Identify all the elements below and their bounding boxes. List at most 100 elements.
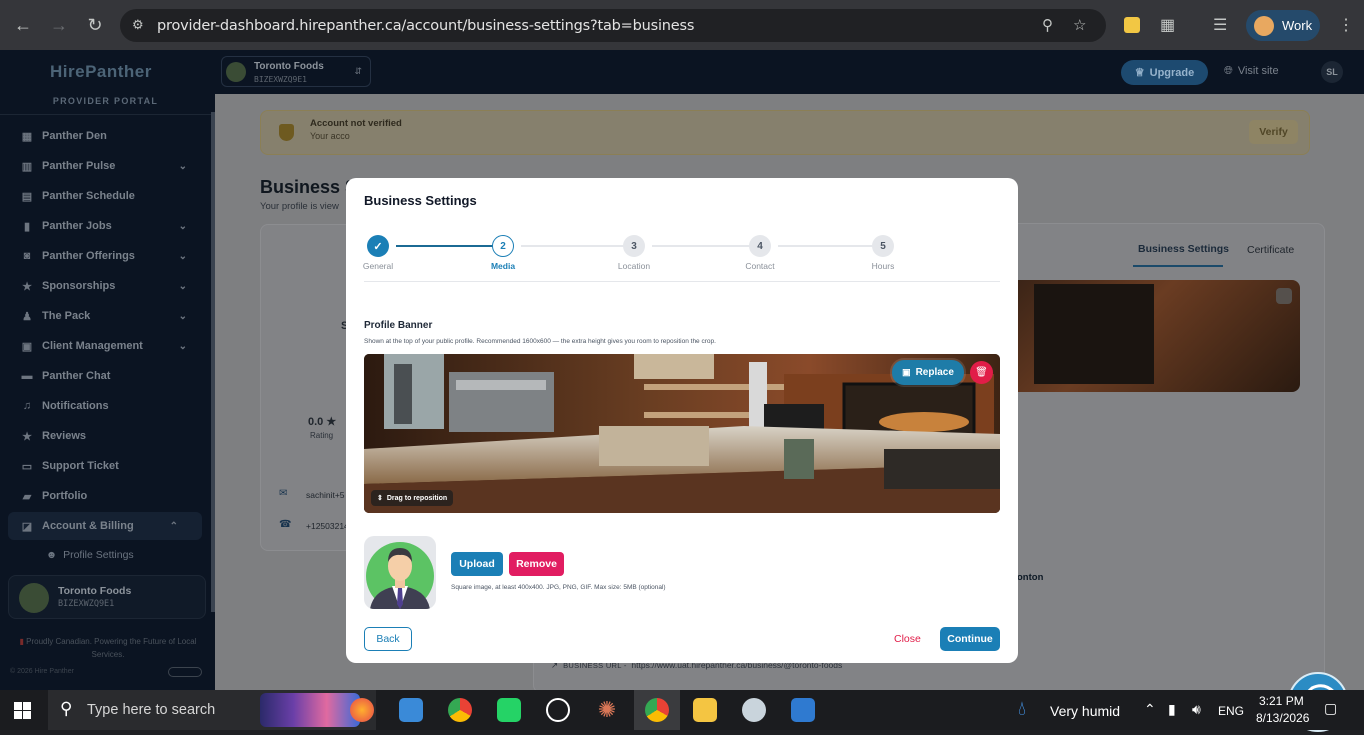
search-icon: ⚲ — [60, 699, 73, 718]
step-media[interactable]: 2 — [492, 235, 514, 257]
chrome-icon[interactable] — [448, 698, 472, 722]
weather-text[interactable]: Very humid — [1050, 703, 1120, 719]
chevron-down-icon: ⌄ — [178, 160, 187, 172]
url-text[interactable]: provider-dashboard.hirepanther.ca/accoun… — [157, 18, 694, 34]
drag-to-reposition-hint: ⇕ Drag to reposition — [371, 490, 454, 506]
sidebar-item-label: Account & Billing — [42, 520, 134, 532]
sidebar-item-label: Panther Den — [42, 130, 107, 142]
file-explorer-icon[interactable] — [693, 698, 717, 722]
back-arrow-icon[interactable]: ← — [8, 10, 38, 40]
sidebar: HirePanther PROVIDER PORTAL ▦ Panther Den… — [0, 50, 215, 690]
upload-button[interactable]: Upload — [451, 552, 503, 576]
sidebar-item-panther-jobs[interactable]: ▮ Panther Jobs ⌄ — [0, 212, 211, 240]
remove-button[interactable]: Remove — [509, 552, 564, 576]
banner-preview — [1018, 280, 1300, 392]
sidebar-item-label: Panther Jobs — [42, 220, 112, 232]
step-contact[interactable]: 4 — [749, 235, 771, 257]
business-settings-modal: Business Settings ✓ General 2 Media 3 Locatio… — [346, 178, 1018, 663]
volume-icon[interactable]: 🔊︎ — [1192, 701, 1201, 718]
taskbar-search-input[interactable]: ⚲ Type here to search — [48, 690, 376, 730]
forward-arrow-icon[interactable]: → — [44, 10, 74, 40]
media-control-icon[interactable]: ☰ — [1213, 15, 1227, 35]
business-card[interactable]: Toronto Foods BIZEXWZQ9E1 — [8, 575, 206, 619]
sidebar-item-portfolio[interactable]: ▰ Portfolio — [0, 482, 211, 510]
logo-preview — [364, 536, 436, 609]
bag-icon: ◙ — [23, 250, 31, 262]
zoom-icon[interactable]: ⚲ — [1042, 16, 1053, 34]
step-location[interactable]: 3 — [623, 235, 645, 257]
user-avatar[interactable]: SL — [1321, 61, 1343, 83]
chevron-up-icon[interactable]: ⌃ — [1144, 701, 1156, 718]
logo-text: HirePanther — [50, 62, 152, 81]
notification-icon[interactable]: ▢ — [1324, 700, 1337, 717]
clipboard-icon: ▣ — [21, 340, 33, 353]
sidebar-item-panther-schedule[interactable]: ▤ Panther Schedule — [0, 182, 211, 210]
battery-icon[interactable]: ▮ — [1168, 701, 1176, 718]
sidebar-item-panther-pulse[interactable]: ▥ Panther Pulse ⌄ — [0, 152, 211, 180]
continue-button[interactable]: Continue — [940, 627, 1000, 651]
sidebar-item-panther-den[interactable]: ▦ Panther Den — [0, 122, 211, 150]
star-icon: ★ — [22, 430, 32, 443]
site-settings-icon[interactable]: ⚙ — [132, 17, 144, 33]
edit-icon[interactable] — [1276, 288, 1292, 304]
sidebar-item-label: Panther Chat — [42, 370, 111, 382]
chevron-up-icon: ⌃ — [169, 520, 178, 532]
sidebar-item-client-management[interactable]: ▣ Client Management ⌄ — [0, 332, 211, 360]
sidebar-sub-item-profile-settings[interactable]: ☻ Profile Settings — [46, 549, 134, 561]
extension-icon[interactable] — [1124, 17, 1140, 33]
step-hours[interactable]: 5 — [872, 235, 894, 257]
globe-icon: 🌐︎ — [1224, 65, 1233, 77]
whatsapp-icon[interactable] — [497, 698, 521, 722]
sidebar-item-support-ticket[interactable]: ▭ Support Ticket — [0, 452, 211, 480]
reload-icon[interactable]: ↻ — [80, 10, 110, 40]
app-icon[interactable] — [742, 698, 766, 722]
bookmark-star-icon[interactable]: ☆ — [1073, 16, 1086, 34]
close-button[interactable]: Close — [894, 633, 921, 645]
language-indicator[interactable]: ENG — [1218, 704, 1244, 718]
sidebar-item-sponsorships[interactable]: ★ Sponsorships ⌄ — [0, 272, 211, 300]
clock-date[interactable]: 8/13/2026 — [1256, 711, 1309, 725]
tab-certificate[interactable]: Certificate — [1247, 244, 1294, 256]
step-label: Hours — [871, 261, 895, 271]
hirepanther-logo[interactable]: HirePanther — [50, 62, 152, 82]
sidebar-item-panther-offerings[interactable]: ◙ Panther Offerings ⌄ — [0, 242, 211, 270]
sidebar-item-account-billing[interactable]: ◪ Account & Billing ⌃ — [8, 512, 202, 540]
portal-label: PROVIDER PORTAL — [52, 96, 159, 106]
sidebar-item-reviews[interactable]: ★ Reviews — [0, 422, 211, 450]
business-switcher[interactable]: Toronto Foods BIZEXWZQ9E1 ⇵ — [221, 56, 371, 87]
menu-dots-icon[interactable]: ⋮ — [1338, 15, 1354, 35]
replace-button[interactable]: ▣ Replace — [892, 360, 964, 385]
chevron-down-icon: ⌄ — [178, 220, 187, 232]
upgrade-button[interactable]: ♕ Upgrade — [1121, 60, 1208, 85]
laptop-app-icon[interactable] — [399, 698, 423, 722]
back-button[interactable]: Back — [364, 627, 412, 651]
chrome-profile-icon[interactable] — [645, 698, 669, 722]
profile-button[interactable]: Work — [1246, 10, 1320, 41]
phone-text: +12503214 — [306, 521, 349, 531]
sidebar-item-panther-chat[interactable]: ▬ Panther Chat — [0, 362, 211, 390]
photos-icon[interactable] — [791, 698, 815, 722]
crown-icon: ♕ — [1134, 67, 1145, 79]
footer-tagline: ▮ Proudly Canadian. Powering the Future … — [19, 637, 197, 659]
sidebar-item-the-pack[interactable]: ♟ The Pack ⌄ — [0, 302, 211, 330]
step-general[interactable]: ✓ — [367, 235, 389, 257]
claude-icon[interactable]: ✺ — [595, 698, 619, 722]
verify-button[interactable]: Verify — [1249, 120, 1298, 144]
sidebar-item-notifications[interactable]: ♫ Notifications — [0, 392, 211, 420]
chatgpt-icon[interactable] — [546, 698, 570, 722]
star-icon: ★ — [22, 280, 32, 293]
app-topbar: Toronto Foods BIZEXWZQ9E1 ⇵ ♕ Upgrade 🌐︎ V… — [215, 50, 1364, 94]
image-icon: ▣ — [902, 367, 911, 377]
tab-business-settings[interactable]: Business Settings — [1138, 243, 1229, 255]
delete-banner-button[interactable]: 🗑︎ — [970, 361, 993, 384]
visit-site-link[interactable]: 🌐︎ Visit site — [1224, 65, 1279, 78]
puzzle-icon[interactable]: ▦ — [1160, 15, 1175, 35]
sidebar-item-label: Panther Pulse — [42, 160, 116, 172]
step-connector — [396, 245, 507, 247]
clock-time[interactable]: 3:21 PM — [1259, 694, 1304, 708]
address-bar[interactable]: ⚙ provider-dashboard.hirepanther.ca/acco… — [120, 9, 1106, 42]
account-icon: ◪ — [21, 520, 33, 533]
windows-start-icon[interactable] — [14, 702, 31, 719]
firefox-icon[interactable] — [350, 698, 374, 722]
step-connector — [652, 245, 764, 247]
